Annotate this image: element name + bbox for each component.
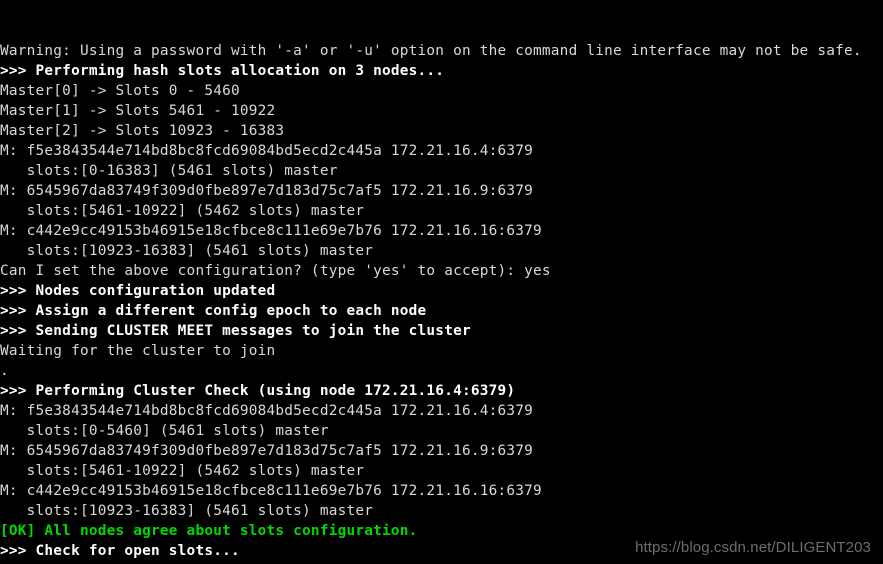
terminal-line: Master[1] -> Slots 5461 - 10922 xyxy=(0,103,276,119)
terminal-line: >>> Assign a different config epoch to e… xyxy=(0,303,427,319)
terminal-line: Can I set the above configuration? (type… xyxy=(0,263,551,279)
terminal-line: slots:[5461-10922] (5462 slots) master xyxy=(0,203,365,219)
terminal-line: slots:[5461-10922] (5462 slots) master xyxy=(0,463,365,479)
terminal-line: M: f5e3843544e714bd8bc8fcd69084bd5ecd2c4… xyxy=(0,403,534,419)
terminal-line: M: f5e3843544e714bd8bc8fcd69084bd5ecd2c4… xyxy=(0,143,534,159)
terminal-line: M: 6545967da83749f309d0fbe897e7d183d75c7… xyxy=(0,443,534,459)
terminal-line: >>> Performing Cluster Check (using node… xyxy=(0,383,516,399)
terminal-line: Waiting for the cluster to join xyxy=(0,343,276,359)
terminal-line: Master[2] -> Slots 10923 - 16383 xyxy=(0,123,285,139)
terminal-line: M: c442e9cc49153b46915e18cfbce8c111e69e7… xyxy=(0,223,542,239)
terminal-line: Warning: Using a password with '-a' or '… xyxy=(0,43,862,59)
terminal-line: slots:[10923-16383] (5461 slots) master xyxy=(0,503,374,519)
terminal-line: slots:[0-16383] (5461 slots) master xyxy=(0,163,338,179)
terminal-line: . xyxy=(0,363,9,379)
terminal-line: slots:[0-5460] (5461 slots) master xyxy=(0,423,329,439)
terminal-line: M: 6545967da83749f309d0fbe897e7d183d75c7… xyxy=(0,183,534,199)
terminal-line: >>> Sending CLUSTER MEET messages to joi… xyxy=(0,323,471,339)
terminal-line: >>> Performing hash slots allocation on … xyxy=(0,63,445,79)
terminal-line: M: c442e9cc49153b46915e18cfbce8c111e69e7… xyxy=(0,483,542,499)
terminal-output: Warning: Using a password with '-a' or '… xyxy=(0,41,883,564)
terminal-line: slots:[10923-16383] (5461 slots) master xyxy=(0,243,374,259)
terminal-line: >>> Nodes configuration updated xyxy=(0,283,276,299)
terminal-line: Master[0] -> Slots 0 - 5460 xyxy=(0,83,240,99)
watermark-text: https://blog.csdn.net/DILIGENT203 xyxy=(635,539,871,556)
terminal-window[interactable]: Warning: Using a password with '-a' or '… xyxy=(0,0,883,564)
